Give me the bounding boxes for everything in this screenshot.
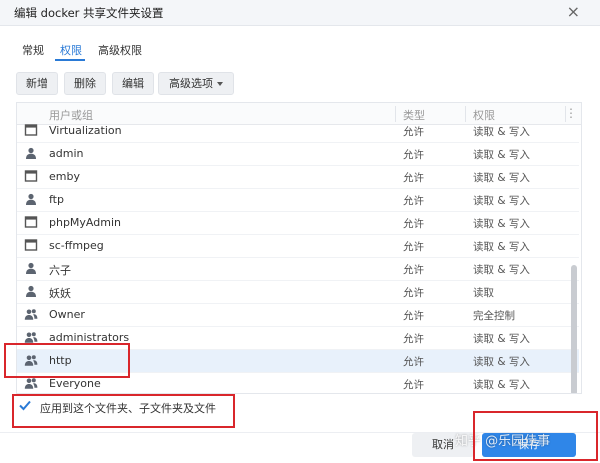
user-icon xyxy=(26,285,36,297)
table-row[interactable]: administrators 允许 读取 & 写入 xyxy=(17,327,579,350)
group-icon xyxy=(24,378,38,389)
row-name: emby xyxy=(49,170,80,183)
row-type: 允许 xyxy=(403,287,424,299)
row-type: 允许 xyxy=(403,218,424,230)
row-permission: 读取 & 写入 xyxy=(473,149,530,161)
row-name: Owner xyxy=(49,308,85,321)
row-permission: 读取 & 写入 xyxy=(473,333,530,345)
row-type: 允许 xyxy=(403,333,424,345)
table-row[interactable]: 妖妖 允许 读取 xyxy=(17,281,579,304)
watermark: 知乎 @乐园佳事 xyxy=(455,434,551,449)
table-row[interactable]: Owner 允许 完全控制 xyxy=(17,304,579,327)
row-name: http xyxy=(49,354,72,367)
app-window-icon xyxy=(24,216,38,228)
table-row[interactable]: 六子 允许 读取 & 写入 xyxy=(17,258,579,281)
tab-general[interactable]: 常规 xyxy=(22,42,44,58)
row-type: 允许 xyxy=(403,195,424,207)
table-row[interactable]: Everyone 允许 读取 & 写入 xyxy=(17,373,579,393)
edit-button[interactable]: 编辑 xyxy=(112,72,154,95)
table-row[interactable]: ftp 允许 读取 & 写入 xyxy=(17,189,579,212)
row-permission: 完全控制 xyxy=(473,310,515,322)
dialog-title: 编辑 docker 共享文件夹设置 xyxy=(14,6,164,20)
row-name: 六子 xyxy=(49,264,71,277)
apply-to-subfolders-label: 应用到这个文件夹、子文件夹及文件 xyxy=(40,402,216,415)
permission-grid: 用户或组 类型 权限 ⋮ Virtualization 允许 读取 & 写入 admi… xyxy=(16,102,582,394)
row-type: 允许 xyxy=(403,126,424,138)
add-button-label: 新增 xyxy=(26,77,48,90)
group-icon xyxy=(24,309,38,320)
grid-scrollbar[interactable] xyxy=(571,265,577,393)
row-name: Virtualization xyxy=(49,124,122,137)
row-permission: 读取 & 写入 xyxy=(473,264,530,276)
row-permission: 读取 & 写入 xyxy=(473,195,530,207)
dialog-titlebar: 编辑 docker 共享文件夹设置 × xyxy=(0,0,600,26)
row-permission: 读取 & 写入 xyxy=(473,218,530,230)
user-icon xyxy=(26,147,36,159)
advanced-options-label: 高级选项 xyxy=(169,77,213,90)
active-tab-indicator xyxy=(55,59,85,61)
table-row[interactable]: phpMyAdmin 允许 读取 & 写入 xyxy=(17,212,579,235)
table-row[interactable]: http 允许 读取 & 写入 xyxy=(17,350,579,373)
tab-advanced-permissions[interactable]: 高级权限 xyxy=(98,42,142,58)
row-name: ftp xyxy=(49,193,64,206)
row-type: 允许 xyxy=(403,172,424,184)
group-icon xyxy=(24,332,38,343)
row-permission: 读取 & 写入 xyxy=(473,126,530,138)
cancel-button-label: 取消 xyxy=(432,438,454,451)
row-name: 妖妖 xyxy=(49,287,71,300)
row-permission: 读取 & 写入 xyxy=(473,241,530,253)
app-window-icon xyxy=(24,124,38,136)
app-window-icon xyxy=(24,170,38,182)
table-row[interactable]: emby 允许 读取 & 写入 xyxy=(17,166,579,189)
row-name: admin xyxy=(49,147,84,160)
table-row[interactable]: admin 允许 读取 & 写入 xyxy=(17,143,579,166)
grid-rows: Virtualization 允许 读取 & 写入 admin 允许 读取 & 写入 emb… xyxy=(17,124,581,393)
row-permission: 读取 xyxy=(473,287,494,299)
row-name: Everyone xyxy=(49,377,101,390)
row-name: sc-ffmpeg xyxy=(49,239,104,252)
add-button[interactable]: 新增 xyxy=(16,72,58,95)
chevron-down-icon xyxy=(217,82,223,86)
row-type: 允许 xyxy=(403,379,424,391)
delete-button-label: 删除 xyxy=(74,77,96,90)
tab-permissions[interactable]: 权限 xyxy=(60,42,82,58)
row-type: 允许 xyxy=(403,356,424,368)
edit-button-label: 编辑 xyxy=(122,77,144,90)
row-name: phpMyAdmin xyxy=(49,216,121,229)
row-type: 允许 xyxy=(403,264,424,276)
close-icon[interactable]: × xyxy=(567,2,580,21)
user-icon xyxy=(26,262,36,274)
tab-bar: 常规 权限 高级权限 xyxy=(0,34,600,62)
row-type: 允许 xyxy=(403,241,424,253)
row-type: 允许 xyxy=(403,310,424,322)
table-row[interactable]: Virtualization 允许 读取 & 写入 xyxy=(17,120,579,143)
app-window-icon xyxy=(24,239,38,251)
advanced-options-button[interactable]: 高级选项 xyxy=(158,72,234,95)
row-name: administrators xyxy=(49,331,130,344)
group-icon xyxy=(24,355,38,366)
row-permission: 读取 & 写入 xyxy=(473,379,530,391)
delete-button[interactable]: 删除 xyxy=(64,72,106,95)
row-type: 允许 xyxy=(403,149,424,161)
row-permission: 读取 & 写入 xyxy=(473,356,530,368)
column-menu-icon[interactable]: ⋮ xyxy=(565,106,577,120)
table-row[interactable]: sc-ffmpeg 允许 读取 & 写入 xyxy=(17,235,579,258)
checkmark-icon xyxy=(19,400,31,411)
user-icon xyxy=(26,193,36,205)
row-permission: 读取 & 写入 xyxy=(473,172,530,184)
